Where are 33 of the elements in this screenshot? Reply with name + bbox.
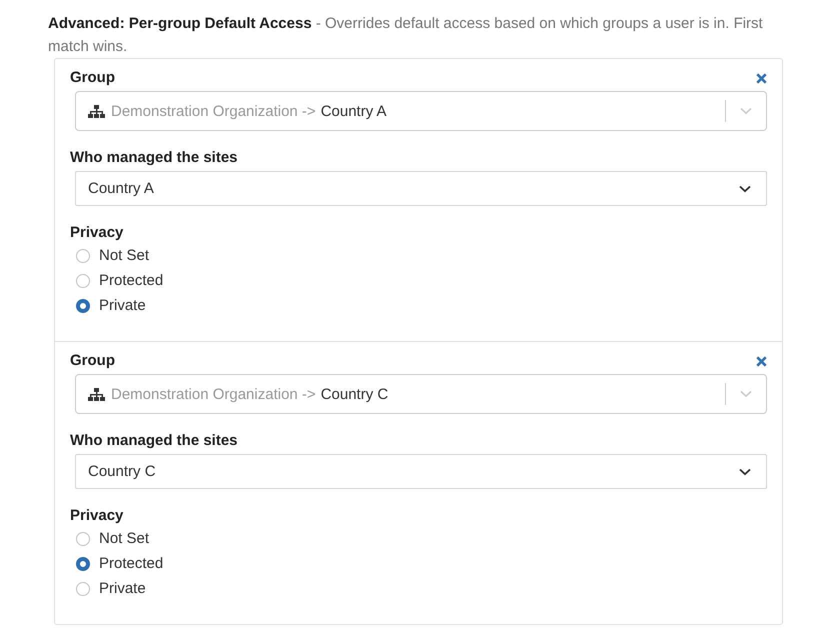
close-icon <box>756 356 767 366</box>
remove-button[interactable] <box>756 356 767 366</box>
radio-button[interactable] <box>76 532 90 546</box>
field-label: Privacy <box>70 223 124 243</box>
radio-label[interactable]: Not Set <box>99 530 150 547</box>
chevron-icon <box>739 184 751 192</box>
manager-select[interactable]: Country A <box>75 171 767 206</box>
remove-button[interactable] <box>756 72 767 84</box>
radio-label[interactable]: Protected <box>99 555 164 572</box>
radio-button[interactable] <box>76 298 90 312</box>
close-icon <box>756 72 767 84</box>
radio-button[interactable] <box>76 274 90 288</box>
sitemap-icon <box>88 104 105 118</box>
radio-label[interactable]: Not Set <box>99 247 150 264</box>
radio-label[interactable]: Private <box>99 580 146 597</box>
manager-select[interactable]: Country C <box>75 454 767 489</box>
chevron-icon <box>740 107 752 115</box>
chevron-icon <box>739 468 751 476</box>
radio-label[interactable]: Private <box>99 297 146 314</box>
group-select[interactable]: Demonstration Organization -> Country C <box>75 374 767 414</box>
radio-button[interactable] <box>76 582 90 596</box>
field-label: Privacy <box>70 506 124 526</box>
group-select[interactable]: Demonstration Organization -> Country A <box>75 91 767 131</box>
field-label: Group <box>70 351 115 371</box>
field-label: Who managed the sites <box>70 148 239 168</box>
field-label: Group <box>70 68 115 88</box>
radio-button[interactable] <box>76 248 90 262</box>
chevron-icon <box>740 390 752 398</box>
field-label: Who managed the sites <box>70 431 239 451</box>
section-description: Advanced: Per-group Default Access - Overrides default access based on which groups a user is in. First match wins. <box>48 14 764 57</box>
radio-label[interactable]: Protected <box>99 272 164 289</box>
sitemap-icon <box>88 388 105 400</box>
radio-button[interactable] <box>76 556 90 570</box>
